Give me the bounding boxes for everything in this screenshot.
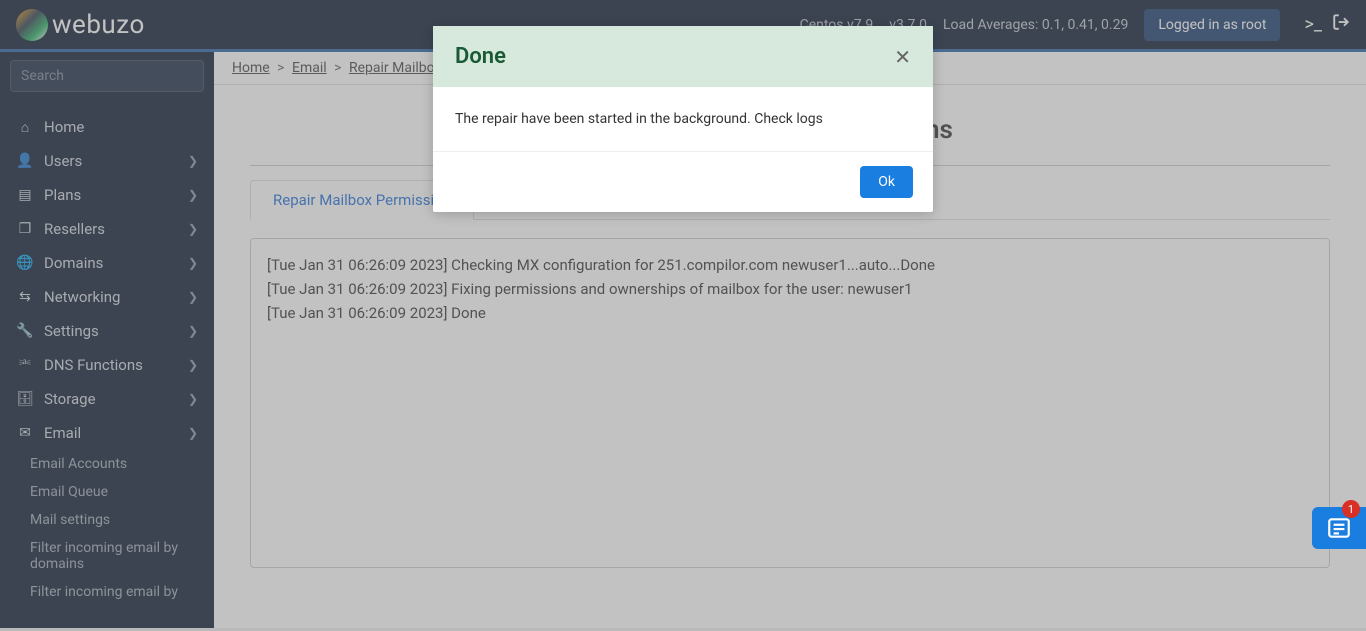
modal-title: Done: [455, 44, 506, 69]
modal-footer: Ok: [433, 152, 933, 212]
news-count-badge: 1: [1342, 500, 1360, 518]
modal-header: Done ✕: [433, 26, 933, 87]
done-modal: Done ✕ The repair have been started in t…: [433, 26, 933, 212]
close-icon[interactable]: ✕: [894, 45, 911, 69]
ok-button[interactable]: Ok: [860, 166, 913, 198]
modal-body: The repair have been started in the back…: [433, 87, 933, 152]
news-button[interactable]: 1: [1312, 507, 1366, 549]
newspaper-icon: [1326, 515, 1352, 541]
